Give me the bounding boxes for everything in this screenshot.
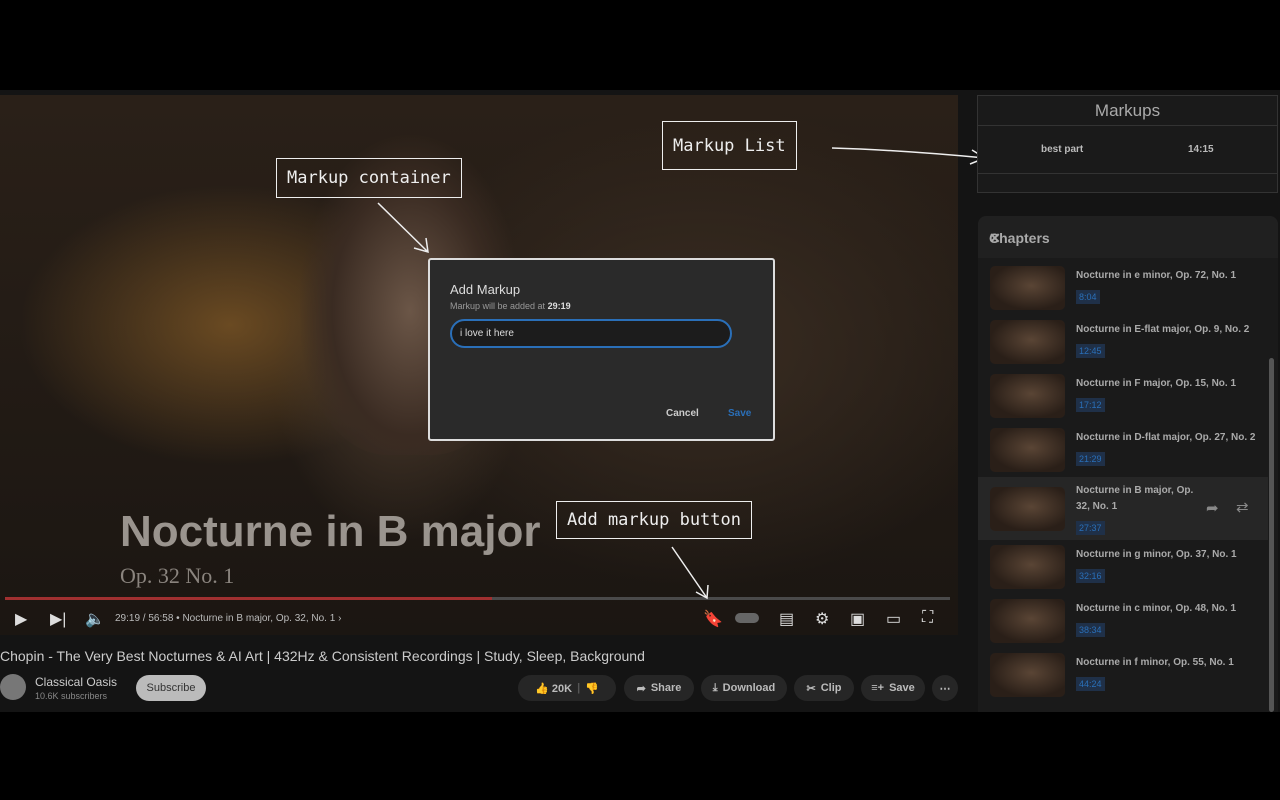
chapter-item[interactable]: Nocturne in F major, Op. 15, No. 1 17:12 xyxy=(978,370,1268,424)
chapter-name: Nocturne in g minor, Op. 37, No. 1 xyxy=(1076,549,1237,560)
chapters-panel: Chapters ✕ Nocturne in e minor, Op. 72, N… xyxy=(978,216,1278,712)
chapter-item[interactable]: Nocturne in c minor, Op. 48, No. 1 38:34 xyxy=(978,595,1268,649)
chapter-time[interactable]: 32:16 xyxy=(1076,569,1105,583)
close-icon[interactable]: ✕ xyxy=(989,230,1268,247)
save-label: Save xyxy=(889,682,915,694)
chapter-name: Nocturne in F major, Op. 15, No. 1 xyxy=(1076,378,1237,389)
chapter-name: Nocturne in c minor, Op. 48, No. 1 xyxy=(1076,603,1237,614)
chapter-item[interactable]: Nocturne in e minor, Op. 72, No. 1 8:04 xyxy=(978,262,1268,316)
chapter-thumbnail xyxy=(990,653,1065,697)
like-dislike-group: 👍 20K | 👎 xyxy=(518,675,616,701)
more-button[interactable]: ⋯ xyxy=(932,675,958,701)
share-icon[interactable]: ➦ xyxy=(1206,499,1219,517)
chapter-thumbnail xyxy=(990,487,1065,531)
chapter-item[interactable]: Nocturne in g minor, Op. 37, No. 1 32:16 xyxy=(978,541,1268,595)
chapter-item[interactable]: Nocturne in B major, Op. 32, No. 1 27:37… xyxy=(978,477,1268,540)
channel-avatar[interactable] xyxy=(0,674,26,700)
markup-list: Markups best part 14:15 xyxy=(977,95,1278,193)
markup-time[interactable]: 14:15 xyxy=(1188,144,1214,155)
scissors-icon: ✂ xyxy=(806,682,816,695)
chapter-time[interactable]: 17:12 xyxy=(1076,398,1105,412)
like-button[interactable]: 👍 20K xyxy=(535,682,572,695)
clip-button[interactable]: ✂ Clip xyxy=(794,675,854,701)
chapter-thumbnail xyxy=(990,545,1065,589)
markup-list-title: Markups xyxy=(978,96,1277,126)
chapter-name: Nocturne in e minor, Op. 72, No. 1 xyxy=(1076,270,1237,281)
chapter-time[interactable]: 38:34 xyxy=(1076,623,1105,637)
chapter-name: Nocturne in D-flat major, Op. 27, No. 2 xyxy=(1076,432,1256,443)
chapter-time[interactable]: 12:45 xyxy=(1076,344,1105,358)
chapter-thumbnail xyxy=(990,428,1065,472)
chapter-thumbnail xyxy=(990,374,1065,418)
repeat-icon[interactable]: ⇄ xyxy=(1236,498,1249,516)
download-icon: ⤓ xyxy=(712,681,718,694)
chapter-time[interactable]: 44:24 xyxy=(1076,677,1105,691)
like-count: 20K xyxy=(551,682,573,695)
chapters-header: Chapters ✕ xyxy=(978,216,1278,258)
chapter-time[interactable]: 27:37 xyxy=(1076,521,1105,535)
chapter-name: Nocturne in E-flat major, Op. 9, No. 2 xyxy=(1076,324,1250,335)
chapter-item[interactable]: Nocturne in f minor, Op. 55, No. 1 44:24 xyxy=(978,649,1268,703)
share-button[interactable]: ➦ Share xyxy=(624,675,694,701)
chapter-name: Nocturne in B major, Op. 32, No. 1 xyxy=(1076,485,1194,512)
share-icon: ➦ xyxy=(636,682,646,695)
chapter-name: Nocturne in f minor, Op. 55, No. 1 xyxy=(1076,657,1234,668)
chapter-thumbnail xyxy=(990,599,1065,643)
subscribe-button[interactable]: Subscribe xyxy=(136,675,206,701)
subscriber-count: 10.6K subscribers xyxy=(35,691,108,701)
dislike-button[interactable]: 👎 xyxy=(585,682,599,695)
save-to-playlist-button[interactable]: ≡+ Save xyxy=(861,675,925,701)
video-title: Chopin - The Very Best Nocturnes & AI Ar… xyxy=(0,648,645,664)
chapter-thumbnail xyxy=(990,266,1065,310)
scrollbar[interactable] xyxy=(1269,358,1274,712)
chapter-thumbnail xyxy=(990,320,1065,364)
chapter-time[interactable]: 8:04 xyxy=(1076,290,1100,304)
download-button[interactable]: ⤓ Download xyxy=(701,675,787,701)
download-label: Download xyxy=(722,682,776,694)
markup-label: best part xyxy=(1041,144,1084,155)
markup-item[interactable]: best part 14:15 xyxy=(978,126,1277,174)
clip-label: Clip xyxy=(820,682,842,694)
share-label: Share xyxy=(650,682,682,694)
chapter-item[interactable]: Nocturne in E-flat major, Op. 9, No. 2 1… xyxy=(978,316,1268,370)
chapter-time[interactable]: 21:29 xyxy=(1076,452,1105,466)
chapter-item[interactable]: Nocturne in D-flat major, Op. 27, No. 2 … xyxy=(978,424,1268,478)
channel-name[interactable]: Classical Oasis xyxy=(35,675,117,689)
playlist-add-icon: ≡+ xyxy=(871,682,885,694)
